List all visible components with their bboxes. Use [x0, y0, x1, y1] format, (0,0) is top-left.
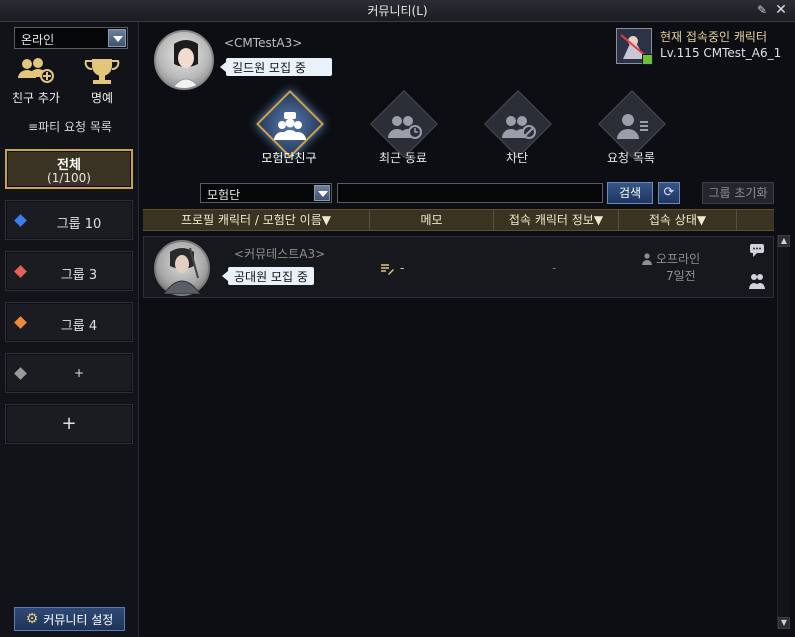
tab-block[interactable]: 차단 [472, 90, 562, 174]
column-header-actions [737, 210, 774, 230]
table-header: 프로필 캐릭터 / 모험단 이름▼ 메모 접속 캐릭터 정보▼ 접속 상태▼ [143, 209, 774, 231]
trophy-icon [84, 59, 120, 84]
diamond-icon [14, 214, 27, 227]
tab-label: 요청 목록 [607, 151, 655, 165]
search-filter-dropdown[interactable]: 모험단 [200, 183, 332, 203]
diamond-icon [14, 367, 27, 380]
group-label: 그룹 3 [60, 268, 98, 283]
column-header-profile[interactable]: 프로필 캐릭터 / 모험단 이름▼ [143, 210, 370, 230]
character-portrait-icon [172, 40, 200, 88]
diamond-icon [14, 316, 27, 329]
honor-button[interactable]: 명예 [74, 56, 130, 108]
group-label: 그룹 4 [60, 319, 98, 334]
reset-groups-button[interactable]: 그룹 초기화 [702, 182, 774, 204]
friend-char-info: - [552, 261, 557, 275]
column-header-memo: 메모 [370, 210, 494, 230]
status-value: 온라인 [21, 33, 55, 47]
current-character-label: 현재 접속중인 캐릭터 [660, 30, 767, 44]
title-bar: 커뮤니티(L) ✎ ✕ [0, 0, 795, 22]
online-indicator-icon [642, 54, 653, 65]
my-status-bubble[interactable]: 길드원 모집 중 [220, 58, 332, 76]
community-settings-button[interactable]: ⚙ 커뮤니티 설정 [14, 607, 125, 631]
filter-value: 모험단 [207, 188, 241, 202]
sidebar: 온라인 친구 추가 명예 ≡파티 요청 목록 전체 (1/100) 그룹 10 … [0, 22, 139, 637]
gear-icon: ⚙ [25, 611, 39, 627]
chevron-down-icon[interactable] [314, 185, 330, 201]
window-title: 커뮤니티(L) [367, 4, 428, 18]
offline-user-icon [642, 253, 652, 265]
scroll-down-icon[interactable]: ▼ [778, 617, 790, 629]
friend-last-seen: 7일전 [666, 269, 696, 283]
friends-chat-icon [274, 112, 306, 140]
tab-adventure-friends[interactable]: 모험단친구 [244, 90, 334, 174]
current-character-level: Lv.115 CMTest_A6_1 [660, 46, 782, 60]
recent-members-icon [388, 116, 422, 139]
plus-icon: + [61, 413, 77, 434]
table-row[interactable]: <커뮤테스트A3> 공대원 모집 중 - - 오프라인 7일전 [143, 236, 774, 298]
group-10[interactable]: 그룹 10 [5, 200, 133, 240]
tab-recent-party[interactable]: 최근 동료 [358, 90, 448, 174]
tab-label: 차단 [505, 151, 529, 165]
friend-list-scrollbar[interactable]: ▲ ▼ [777, 235, 790, 629]
block-user-icon [502, 116, 536, 139]
friend-avatar[interactable] [154, 240, 210, 296]
online-status-dropdown[interactable]: 온라인 [14, 27, 128, 49]
group-3[interactable]: 그룹 3 [5, 251, 133, 291]
character-portrait-icon [163, 247, 201, 295]
my-avatar[interactable] [154, 30, 214, 90]
search-input[interactable] [337, 183, 603, 203]
group-all-count: (1/100) [47, 171, 91, 185]
request-list-icon [617, 114, 648, 139]
add-friend-button[interactable]: 친구 추가 [8, 56, 64, 108]
column-header-status[interactable]: 접속 상태▼ [619, 210, 737, 230]
pin-icon[interactable]: ✎ [755, 3, 769, 17]
current-character-portrait[interactable] [616, 28, 653, 65]
group-4[interactable]: 그룹 4 [5, 302, 133, 342]
group-empty-slot[interactable]: + [5, 353, 133, 393]
group-all[interactable]: 전체 (1/100) [5, 149, 133, 189]
add-friend-label: 친구 추가 [12, 91, 60, 105]
chat-icon[interactable] [749, 243, 765, 257]
search-button[interactable]: 검색 [607, 182, 653, 204]
group-label: + [73, 366, 85, 380]
edit-memo-icon[interactable] [380, 262, 394, 276]
friend-status: 오프라인 [656, 252, 701, 266]
diamond-icon [14, 265, 27, 278]
party-request-list-link[interactable]: ≡파티 요청 목록 [10, 118, 130, 136]
chevron-down-icon[interactable] [108, 29, 126, 47]
group-label: 그룹 10 [56, 217, 102, 232]
party-invite-icon[interactable] [748, 273, 766, 289]
refresh-icon[interactable]: ⟳ [658, 182, 680, 204]
column-header-char-info[interactable]: 접속 캐릭터 정보▼ [494, 210, 619, 230]
friend-memo: - [400, 261, 405, 275]
my-adventure-name: <CMTestA3> [224, 36, 303, 50]
settings-label: 커뮤니티 설정 [43, 612, 114, 627]
close-icon[interactable]: ✕ [773, 2, 789, 18]
add-friend-icon [18, 58, 54, 83]
tab-label: 모험단친구 [261, 151, 317, 165]
friend-status-bubble: 공대원 모집 중 [222, 267, 314, 285]
friend-name: <커뮤테스트A3> [234, 247, 326, 261]
scroll-up-icon[interactable]: ▲ [778, 235, 790, 247]
honor-label: 명예 [90, 91, 114, 105]
tab-label: 최근 동료 [379, 151, 427, 165]
add-group-button[interactable]: + [5, 404, 133, 444]
main-panel: <CMTestA3> 길드원 모집 중 현재 접속중인 캐릭터 Lv.115 C… [140, 22, 795, 637]
tab-request-list[interactable]: 요청 목록 [586, 90, 676, 174]
